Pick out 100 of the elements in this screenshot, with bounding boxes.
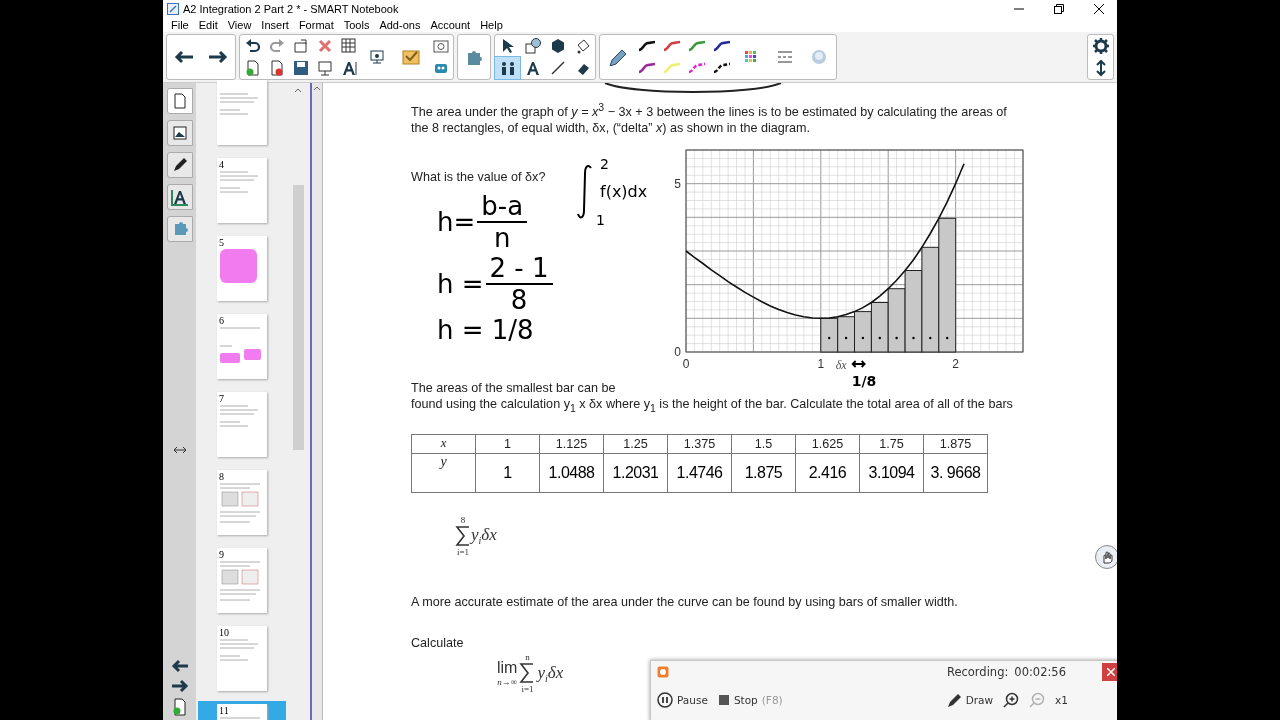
table-cell: 1.625 [795, 434, 860, 454]
menu-item[interactable]: Format [293, 18, 339, 32]
dot-mark [895, 337, 898, 340]
bar [837, 316, 855, 353]
double-arrow-icon [851, 360, 866, 369]
hand-button[interactable] [1095, 545, 1117, 569]
close-icon [1107, 668, 1115, 676]
recording-time: 00:02:56 [1014, 665, 1066, 679]
page-number: 5 [219, 237, 224, 248]
sidebar-tab[interactable] [166, 120, 193, 146]
recorder-logo-icon [657, 666, 669, 678]
page-thumbnail[interactable]: 4 [217, 158, 267, 223]
resize-arrow-icon[interactable] [172, 445, 187, 455]
limit-word: lim [497, 659, 518, 678]
page-preview-drawing [220, 639, 258, 661]
table-header-cell: x [411, 434, 476, 454]
page-thumbnail[interactable] [217, 80, 267, 145]
menu-item[interactable]: Account [425, 18, 476, 32]
menu-item[interactable]: Add-ons [374, 18, 426, 32]
upper-limit: n [525, 652, 530, 663]
puzzle-button[interactable] [457, 34, 491, 80]
menu-item[interactable]: Insert [256, 18, 294, 32]
bar [854, 311, 872, 353]
arrow-left-icon [173, 48, 195, 66]
handwritten-denominator: 8 [510, 285, 528, 316]
axis-label: 5 [674, 176, 681, 191]
page-thumbnail[interactable]: 6 [217, 314, 267, 379]
pencil-icon [945, 692, 962, 708]
table-icon [339, 37, 358, 55]
zoom-out-icon [1029, 692, 1046, 708]
limit-subscript: n→∞ [497, 677, 518, 688]
check-icon [400, 48, 422, 66]
restore-icon [1054, 4, 1064, 14]
people-button[interactable] [495, 57, 520, 79]
page-thumbnail[interactable]: 5 [217, 236, 267, 301]
scroll-up-icon[interactable] [294, 87, 302, 93]
dot-mark [912, 337, 915, 340]
folder-icon [291, 37, 310, 55]
handwritten-denominator: n [493, 223, 511, 254]
axis-label: 0 [674, 345, 681, 360]
sidebar-tab[interactable] [166, 152, 193, 178]
handwritten-numerator: 2 - 1 [485, 253, 553, 286]
draw-button[interactable]: Draw [945, 692, 994, 708]
table-cell: 1.375 [667, 434, 732, 454]
page-thumbnail[interactable]: 11 [217, 704, 267, 720]
pencil-icon [606, 48, 628, 66]
app-icon [167, 3, 179, 15]
integral-sign-icon [576, 164, 594, 221]
page-thumbnail[interactable]: 9 [217, 548, 267, 613]
handwritten-cell: 2.416 [795, 453, 860, 493]
menu-item[interactable]: View [222, 18, 257, 32]
dot-mark [861, 337, 865, 340]
page-preview-drawing [220, 327, 261, 363]
save-icon [291, 59, 310, 77]
collapse-icon[interactable] [313, 85, 321, 91]
arrow-right-icon [207, 48, 229, 66]
handwritten-lower-limit: 1 [596, 212, 605, 229]
sidebar-tab[interactable] [166, 184, 193, 210]
dot-mark [929, 337, 932, 340]
table-cell: 1.875 [923, 434, 988, 454]
sigma-icon [455, 524, 471, 547]
lower-limit: i=1 [521, 684, 534, 695]
handwritten-cell: 3. 9668 [923, 453, 988, 493]
bar [870, 302, 889, 353]
handwritten-upper-limit: 2 [600, 156, 609, 173]
zoom-in-icon [1003, 692, 1020, 708]
page-number: 8 [219, 471, 224, 482]
bar [820, 318, 839, 353]
previous-page-icon[interactable] [170, 658, 189, 674]
add-page-icon[interactable] [171, 698, 188, 716]
page-preview-drawing [220, 171, 258, 193]
stop-button[interactable]: Stop (F8) [717, 694, 783, 706]
menu-item[interactable]: Help [475, 18, 508, 32]
handwritten-numerator: b-a [477, 191, 528, 224]
recording-label: Recording: [946, 665, 1009, 679]
redo-icon [267, 37, 286, 55]
handwritten-cell: 1.0488 [539, 453, 604, 493]
menu-item[interactable]: File [166, 18, 194, 32]
zoom-in-button[interactable] [1003, 692, 1020, 708]
handwritten-cell: 1.875 [731, 453, 796, 493]
next-page-icon[interactable] [170, 678, 189, 694]
axis-label: 1 [817, 357, 825, 372]
zoom-level-button[interactable]: x1 [1055, 694, 1068, 706]
dot-mark [946, 337, 949, 340]
page-thumbnail[interactable]: 7 [217, 392, 267, 457]
sigma-icon [519, 662, 536, 685]
dot-mark [828, 337, 831, 340]
table-cell: 1.75 [859, 434, 924, 454]
page-number: 9 [219, 549, 224, 560]
math-expression: y$_{i}$δx [471, 525, 497, 547]
page-thumbnail[interactable]: 10 [217, 626, 267, 691]
page-number: 6 [219, 315, 224, 326]
page-thumbnail[interactable]: 8 [217, 470, 267, 535]
handwritten-text: h = 1/8 [437, 315, 535, 346]
menu-item[interactable]: Tools [338, 18, 375, 32]
pause-icon [657, 692, 673, 708]
pause-button[interactable]: Pause [657, 692, 708, 708]
dot-mark [844, 337, 848, 340]
page-preview-drawing [220, 249, 257, 283]
menu-item[interactable]: Edit [193, 18, 223, 32]
